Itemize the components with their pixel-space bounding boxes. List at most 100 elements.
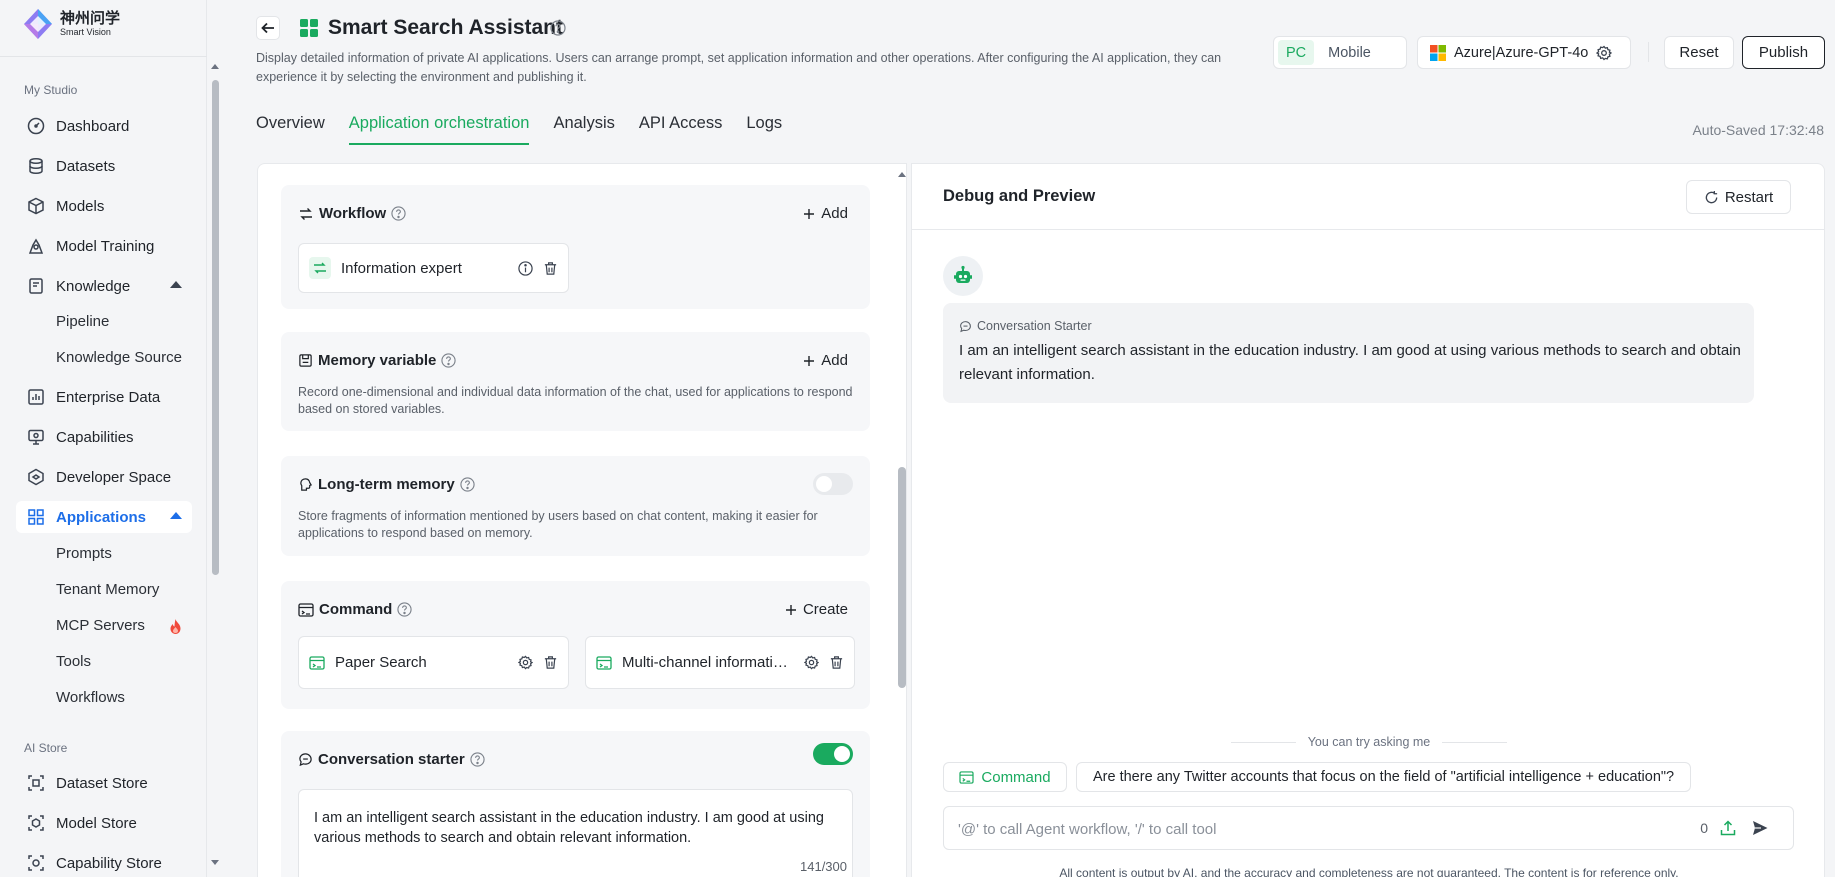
sidebar-item-tools[interactable]: Tools <box>56 653 91 670</box>
sidebar-item-datasets[interactable]: Datasets <box>16 150 192 182</box>
add-workflow-button[interactable]: Add <box>803 205 848 222</box>
brand-name-cn: 神州问学 <box>60 10 121 27</box>
sidebar-item-enterprise-data[interactable]: Enterprise Data <box>16 381 192 413</box>
help-icon[interactable] <box>441 353 457 368</box>
create-command-button[interactable]: Create <box>785 601 848 618</box>
sidebar-scrollbar-thumb[interactable] <box>212 80 219 575</box>
reset-button[interactable]: Reset <box>1664 36 1734 69</box>
back-button[interactable] <box>256 16 280 40</box>
divider-line <box>1230 741 1296 743</box>
command-item[interactable]: Multi-channel information retrieval <box>585 636 855 689</box>
suggestions-heading: You can try asking me <box>912 735 1824 749</box>
trash-icon[interactable] <box>543 261 558 276</box>
trash-icon[interactable] <box>829 655 844 670</box>
sidebar-item-label: Enterprise Data <box>56 388 161 406</box>
sidebar-item-knowledge-source[interactable]: Knowledge Source <box>56 349 182 366</box>
command-icon <box>298 602 314 617</box>
scroll-up-arrow-icon[interactable] <box>210 62 220 70</box>
restart-label: Restart <box>1724 188 1774 206</box>
chat-input[interactable] <box>958 818 1658 840</box>
sidebar-item-workflows[interactable]: Workflows <box>56 689 125 706</box>
memory-icon <box>299 354 312 367</box>
memory-variable-description: Record one-dimensional and individual da… <box>298 385 853 416</box>
sidebar-item-capabilities[interactable]: Capabilities <box>16 421 192 453</box>
monitor-icon <box>26 427 46 447</box>
command-chip-button[interactable]: Command <box>943 762 1067 792</box>
help-icon[interactable] <box>550 20 566 36</box>
workflow-card: Workflow Add Information expert <box>281 185 870 309</box>
sidebar-item-dataset-store[interactable]: Dataset Store <box>16 767 192 799</box>
tab-overview[interactable]: Overview <box>256 114 325 145</box>
info-icon[interactable] <box>518 260 533 276</box>
tab-analysis[interactable]: Analysis <box>553 114 614 145</box>
sidebar-item-mcp-servers[interactable]: MCP Servers <box>56 617 145 634</box>
sidebar-item-knowledge[interactable]: Knowledge <box>16 270 192 302</box>
device-toggle: PC Mobile <box>1273 36 1407 69</box>
long-term-memory-description: Store fragments of information mentioned… <box>298 509 818 540</box>
sidebar-item-prompts[interactable]: Prompts <box>56 545 112 562</box>
model-name: Azure|Azure-GPT-4o <box>1454 44 1589 61</box>
gear-icon[interactable] <box>518 655 533 670</box>
sidebar-item-capability-store[interactable]: Capability Store <box>16 847 192 877</box>
long-term-memory-toggle[interactable] <box>813 473 853 495</box>
conversation-starter-textarea[interactable]: I am an intelligent search assistant in … <box>298 789 853 877</box>
model-store-icon <box>26 813 46 833</box>
sidebar-item-model-training[interactable]: Model Training <box>16 230 192 262</box>
panel-scrollbar-thumb[interactable] <box>898 467 906 688</box>
workflow-icon <box>300 207 312 220</box>
help-icon[interactable] <box>391 206 406 221</box>
grid-icon <box>26 507 46 527</box>
command-title: Command <box>319 601 393 618</box>
sidebar-item-developer-space[interactable]: Developer Space <box>16 461 192 493</box>
help-icon[interactable] <box>397 602 412 617</box>
model-selector[interactable]: Azure|Azure-GPT-4o <box>1417 36 1631 69</box>
upload-icon[interactable] <box>1719 819 1737 837</box>
sidebar-item-models[interactable]: Models <box>16 190 192 222</box>
training-icon <box>26 236 46 256</box>
gear-icon[interactable] <box>1596 45 1613 61</box>
starter-message-bubble: Conversation Starter I am an intelligent… <box>943 303 1754 403</box>
command-header: Command <box>298 601 412 618</box>
hexagon-icon <box>26 467 46 487</box>
chat-bubble-icon <box>299 753 312 767</box>
chat-bubble-icon <box>960 320 971 332</box>
suggested-question-button[interactable]: Are there any Twitter accounts that focu… <box>1076 762 1692 792</box>
sidebar-item-applications[interactable]: Applications <box>16 501 192 533</box>
toggle-knob <box>816 476 832 492</box>
device-mobile-option[interactable]: Mobile <box>1320 40 1379 65</box>
gear-icon[interactable] <box>804 655 819 670</box>
robot-icon <box>954 265 972 283</box>
send-icon[interactable] <box>1751 819 1769 837</box>
long-term-memory-card: Long-term memory Store fragments of info… <box>281 456 870 556</box>
scroll-down-arrow-icon[interactable] <box>210 859 220 867</box>
tab-application-orchestration[interactable]: Application orchestration <box>348 114 530 145</box>
trash-icon[interactable] <box>543 655 558 670</box>
restart-icon <box>1705 190 1718 203</box>
tab-logs[interactable]: Logs <box>746 114 782 145</box>
add-memory-variable-button[interactable]: Add <box>803 352 848 369</box>
restart-button[interactable]: Restart <box>1686 180 1791 214</box>
tab-bar: Overview Application orchestration Analy… <box>256 114 782 145</box>
brand-name-en: Smart Vision <box>60 27 111 37</box>
memory-variable-title: Memory variable <box>318 352 437 369</box>
sidebar-item-model-store[interactable]: Model Store <box>16 807 192 839</box>
command-item[interactable]: Paper Search <box>298 636 569 689</box>
bot-avatar <box>943 256 983 296</box>
autosave-status: Auto-Saved 17:32:48 <box>1692 122 1824 138</box>
help-icon[interactable] <box>470 752 485 767</box>
sidebar-item-dashboard[interactable]: Dashboard <box>16 110 192 142</box>
sidebar-item-pipeline[interactable]: Pipeline <box>56 313 109 330</box>
logo-divider <box>0 56 207 57</box>
plus-icon <box>785 604 796 615</box>
tab-api-access[interactable]: API Access <box>639 114 722 145</box>
sidebar-item-tenant-memory[interactable]: Tenant Memory <box>56 581 159 598</box>
scroll-up-arrow-icon[interactable] <box>897 170 907 178</box>
conversation-starter-toggle[interactable] <box>813 743 853 765</box>
memory-variable-header: Memory variable <box>298 352 457 369</box>
debug-preview-panel: Debug and Preview Restart Conversation S… <box>911 163 1825 877</box>
workflow-item[interactable]: Information expert <box>298 243 569 293</box>
publish-button[interactable]: Publish <box>1742 36 1825 69</box>
brand-logo[interactable]: 神州问学 Smart Vision <box>22 8 120 40</box>
help-icon[interactable] <box>460 477 475 492</box>
device-pc-option[interactable]: PC <box>1278 40 1315 65</box>
